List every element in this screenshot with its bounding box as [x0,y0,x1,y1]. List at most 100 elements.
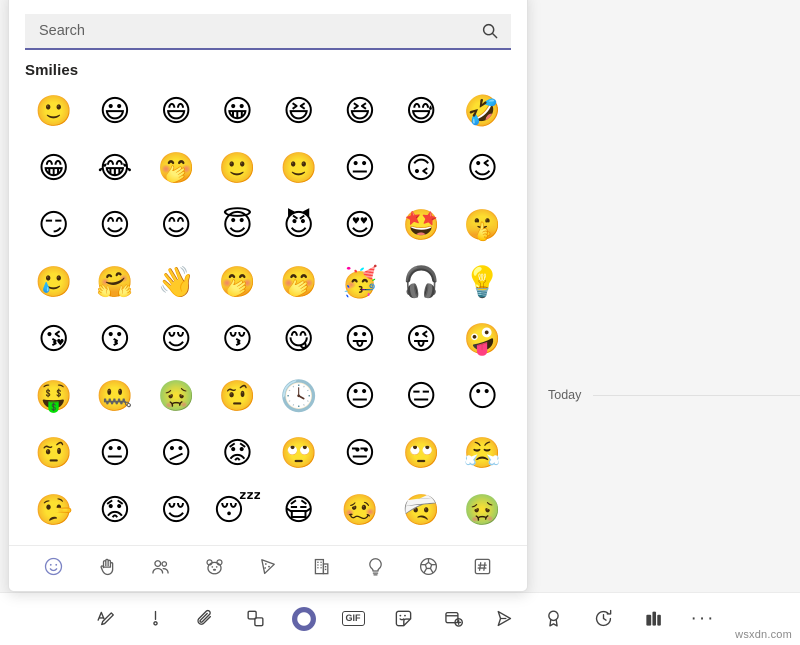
emoji-grinning-squinting-face[interactable]: 😆 [268,83,329,140]
smiley-icon [43,556,64,582]
emoji-giggling-face[interactable]: 🤭 [268,254,329,311]
loop-component-button[interactable] [242,606,268,632]
emoji-button[interactable] [292,606,316,631]
tab-travel-places[interactable] [307,554,337,584]
emoji-face-with-tongue[interactable]: 😛 [329,311,390,368]
emoji-smiling-face-with-horns[interactable]: 😈 [268,197,329,254]
emoji-winking-face-with-tongue[interactable]: 😜 [391,311,452,368]
watermark: wsxdn.com [735,629,792,641]
emoji-face-with-rolling-eyes[interactable]: 🙄 [391,425,452,482]
emoji-face-with-headphones[interactable]: 🎧 [391,254,452,311]
emoji-kissing-face[interactable]: 😗 [84,311,145,368]
emoji-grinning-face-big-eyes[interactable]: 😃 [84,83,145,140]
emoji-woozy-face[interactable]: 🥴 [329,482,390,539]
emoji-lying-face[interactable]: 🤥 [23,482,84,539]
tab-objects[interactable] [360,554,390,584]
emoji-grinning-face[interactable]: 😀 [207,83,268,140]
emoji-grinning-face-smiling-eyes[interactable]: 😄 [146,83,207,140]
emoji-face-with-hair-covering-eyes[interactable]: 🙄 [268,425,329,482]
emoji-hand-over-mouth-giggle[interactable]: 🤭 [207,254,268,311]
category-heading: Smilies [25,62,79,79]
send-stream-icon [493,608,514,629]
emoji-hugging-face[interactable]: 🤗 [84,254,145,311]
emoji-face-with-hand-over-mouth[interactable]: 🤭 [146,140,207,197]
emoji-nauseated-angry-green-face[interactable]: 🤢 [146,368,207,425]
gif-icon: GIF [341,611,365,626]
format-button[interactable] [92,606,118,632]
emoji-smiling-face-with-halo[interactable]: 😇 [207,197,268,254]
emoji-zipper-mouth-face[interactable]: 🤐 [84,368,145,425]
emoji-confused-face[interactable]: 😕 [146,425,207,482]
search-box[interactable] [25,14,511,50]
emoji-kissing-face-closed-eyes[interactable]: 😚 [207,311,268,368]
emoji-neutral-face[interactable]: 😐 [329,368,390,425]
tab-activities[interactable] [414,554,444,584]
emoji-face-savoring-food[interactable]: 😋 [268,311,329,368]
emoji-relieved-face[interactable]: 😌 [146,482,207,539]
search-icon [481,22,499,40]
tab-people[interactable] [146,554,176,584]
emoji-plain-face[interactable]: 😐 [84,425,145,482]
sticker-icon [393,608,414,629]
emoji-unamused-face[interactable]: 😒 [329,425,390,482]
emoji-worried-face[interactable]: 😟 [207,425,268,482]
date-divider: Today [548,388,800,402]
emoji-sad-worried-face[interactable]: 😟 [84,482,145,539]
emoji-money-mouth-face[interactable]: 🤑 [23,368,84,425]
emoji-slight-smile[interactable]: 🙂 [268,140,329,197]
emoji-face-without-mouth[interactable]: 😶 [452,368,513,425]
emoji-zany-face[interactable]: 🤪 [452,311,513,368]
stream-video-button[interactable] [490,606,516,632]
emoji-smiling-face-with-heart-eyes[interactable]: 😍 [329,197,390,254]
tab-symbols[interactable] [467,554,497,584]
emoji-sleeping-face[interactable]: 😴 [207,482,268,539]
emoji-shushing-face[interactable]: 🤫 [452,197,513,254]
emoji-neutral-smile[interactable]: 😐 [329,140,390,197]
tab-smilies[interactable] [39,554,69,584]
emoji-smirking-face[interactable]: 😏 [23,197,84,254]
emoji-rolling-on-the-floor-laughing[interactable]: 🤣 [452,83,513,140]
emoji-partying-face[interactable]: 🥳 [329,254,390,311]
emoji-beaming-face-smiling-eyes[interactable]: 😁 [23,140,84,197]
attach-button[interactable] [192,606,218,632]
giphy-button[interactable]: GIF [340,606,366,632]
emoji-skeptical-face[interactable]: 🤨 [23,425,84,482]
importance-button[interactable] [142,606,168,632]
emoji-upside-down-face[interactable]: 🙃 [391,140,452,197]
emoji-expressionless-face[interactable]: 😑 [391,368,452,425]
emoji-relieved-smiling-face[interactable]: 😌 [146,311,207,368]
emoji-face-with-symbols-on-mouth[interactable]: 😤 [452,425,513,482]
emoji-slightly-smiling-face[interactable]: 🙂 [23,83,84,140]
apps-button[interactable] [640,606,666,632]
hand-icon [97,556,118,582]
sticker-button[interactable] [390,606,416,632]
category-tab-bar [9,545,527,591]
emoji-face-with-clock[interactable]: 🕓 [268,368,329,425]
emoji-smiling-face-blush[interactable]: 😊 [84,197,145,254]
emoji-grinning-face-sweat[interactable]: 😅 [391,83,452,140]
tab-hand-gestures[interactable] [92,554,122,584]
emoji-face-with-head-bandage[interactable]: 🤕 [391,482,452,539]
tab-food[interactable] [253,554,283,584]
pizza-icon [257,556,278,582]
more-options-button[interactable]: ··· [690,606,716,632]
emoji-grid-scroll[interactable]: 🙂 😃 😄 😀 😆 😆 😅 🤣 😁 😂 🤭 🙂 🙂 😐 🙃 😉 😏 😊 😊 😇 😈 😍 🤩 🤫 🥲 🤗 👋 🤭 🤭 🥳 🎧 💡 😘 😗 😌 😚 😋 😛 😜 🤪… [9,83,527,545]
emoji-face-holding-back-tears[interactable]: 🥲 [23,254,84,311]
emoji-winking-face[interactable]: 😉 [452,140,513,197]
emoji-nauseated-face[interactable]: 🤢 [452,482,513,539]
emoji-smiling-face-small[interactable]: 🙂 [207,140,268,197]
search-input[interactable] [39,14,473,48]
praise-button[interactable] [540,606,566,632]
emoji-face-blowing-a-kiss[interactable]: 😘 [23,311,84,368]
schedule-send-button[interactable] [590,606,616,632]
emoji-laughing-squinting-face[interactable]: 😆 [329,83,390,140]
emoji-face-with-raised-eyebrow[interactable]: 🤨 [207,368,268,425]
emoji-star-struck[interactable]: 🤩 [391,197,452,254]
schedule-meeting-button[interactable] [440,606,466,632]
emoji-face-with-tears-of-joy[interactable]: 😂 [84,140,145,197]
emoji-face-with-medical-mask[interactable]: 😷 [268,482,329,539]
emoji-waving-face[interactable]: 👋 [146,254,207,311]
emoji-face-with-lightbulb-idea[interactable]: 💡 [452,254,513,311]
tab-animals[interactable] [199,554,229,584]
emoji-smiling-face-smiling-eyes[interactable]: 😊 [146,197,207,254]
